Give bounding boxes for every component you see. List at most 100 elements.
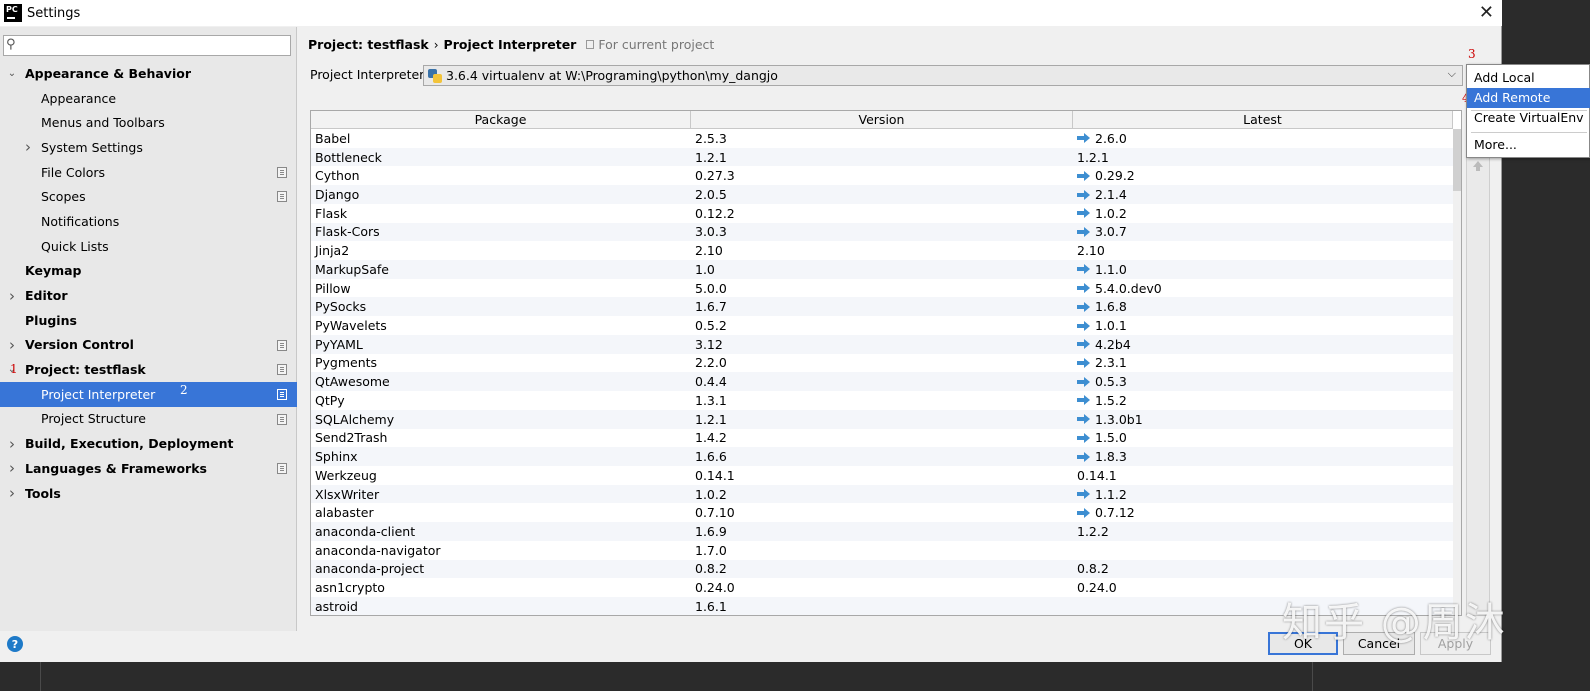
table-row[interactable]: anaconda-client 1.6.9 1.2.2 xyxy=(311,522,1453,541)
breadcrumb-separator: › xyxy=(433,37,439,52)
close-icon[interactable]: ✕ xyxy=(1479,2,1494,23)
chevron-down-icon[interactable]: ⌵ xyxy=(1448,67,1456,81)
menu-item-more[interactable]: More... xyxy=(1467,135,1590,155)
project-config-icon xyxy=(277,413,287,425)
package-latest-cell: 2.10 xyxy=(1073,243,1453,258)
package-version: 0.8.2 xyxy=(695,561,727,577)
table-row[interactable]: Flask-Cors 3.0.3 3.0.7 xyxy=(311,222,1453,242)
column-header-version[interactable]: Version xyxy=(691,111,1073,129)
settings-search[interactable]: ⚲ xyxy=(3,35,291,56)
sidebar-item[interactable]: File Colors xyxy=(0,160,297,185)
table-row[interactable]: anaconda-project 0.8.2 0.8.2 xyxy=(311,559,1453,579)
sidebar-item[interactable]: Notifications xyxy=(0,209,297,234)
table-row[interactable]: PySocks 1.6.7 1.6.8 xyxy=(311,297,1453,317)
sidebar-item[interactable]: Project Structure xyxy=(0,407,297,432)
package-name: astroid xyxy=(315,598,358,614)
table-row[interactable]: Cython 0.27.3 0.29.2 xyxy=(311,166,1453,185)
table-row[interactable]: anaconda-navigator 1.7.0 xyxy=(311,541,1453,560)
package-latest-cell: 2.6.0 xyxy=(1073,131,1453,146)
table-row[interactable]: MarkupSafe 1.0 1.1.0 xyxy=(311,260,1453,279)
sidebar-item[interactable]: › Languages & Frameworks xyxy=(0,456,297,481)
menu-item-add-remote[interactable]: Add Remote xyxy=(1467,88,1590,108)
table-header: Package Version Latest xyxy=(311,111,1453,129)
table-row[interactable]: QtPy 1.3.1 1.5.2 xyxy=(311,391,1453,410)
sidebar-item-label: Tools xyxy=(25,485,61,501)
column-header-latest[interactable]: Latest xyxy=(1073,111,1453,129)
package-version: 1.4.2 xyxy=(695,430,727,446)
sidebar-item[interactable]: 2 Project Interpreter xyxy=(0,381,297,407)
table-row[interactable]: Send2Trash 1.4.2 1.5.0 xyxy=(311,429,1453,448)
table-row[interactable]: XlsxWriter 1.0.2 1.1.2 xyxy=(311,484,1453,504)
table-row[interactable]: Jinja2 2.10 2.10 xyxy=(311,241,1453,260)
sidebar-item[interactable]: Scopes xyxy=(0,184,297,209)
menu-item-create-virtualenv[interactable]: Create VirtualEnv xyxy=(1467,108,1590,128)
table-row[interactable]: alabaster 0.7.10 0.7.12 xyxy=(311,503,1453,522)
package-latest: 0.5.3 xyxy=(1095,374,1127,390)
table-row[interactable]: SQLAlchemy 1.2.1 1.3.0b1 xyxy=(311,409,1453,429)
table-row[interactable]: Pillow 5.0.0 5.4.0.dev0 xyxy=(311,279,1453,298)
upgrade-package-icon[interactable] xyxy=(1473,161,1483,171)
package-latest: 0.14.1 xyxy=(1077,467,1117,483)
chevron-right-icon[interactable]: › xyxy=(6,287,18,305)
project-config-icon xyxy=(277,191,287,203)
package-version: 1.7.0 xyxy=(695,542,727,558)
table-row[interactable]: PyYAML 3.12 4.2b4 xyxy=(311,334,1453,354)
project-config-icon xyxy=(277,388,287,400)
package-latest: 2.1.4 xyxy=(1095,187,1127,203)
table-row[interactable]: Bottleneck 1.2.1 1.2.1 xyxy=(311,147,1453,167)
sidebar-item[interactable]: › Editor xyxy=(0,283,297,308)
sidebar-item-label: Project Interpreter xyxy=(41,386,156,402)
background-strip xyxy=(0,662,1590,691)
table-row[interactable]: Pygments 2.2.0 2.3.1 xyxy=(311,354,1453,373)
chevron-right-icon[interactable]: › xyxy=(22,138,34,156)
chevron-right-icon[interactable]: › xyxy=(6,336,18,354)
table-row[interactable]: Babel 2.5.3 2.6.0 xyxy=(311,129,1453,148)
table-row[interactable]: Sphinx 1.6.6 1.8.3 xyxy=(311,447,1453,466)
sidebar-item[interactable]: ⌄ 1 Project: testflask xyxy=(0,357,297,382)
scrollbar-thumb[interactable] xyxy=(1453,129,1461,191)
table-row[interactable]: QtAwesome 0.4.4 0.5.3 xyxy=(311,372,1453,392)
package-version: 1.6.1 xyxy=(695,598,727,614)
package-latest-cell: 4.2b4 xyxy=(1073,337,1453,352)
chevron-right-icon[interactable]: › xyxy=(6,484,18,502)
help-icon[interactable]: ? xyxy=(7,636,23,652)
sidebar-item[interactable]: › Build, Execution, Deployment xyxy=(0,431,297,456)
project-config-icon xyxy=(277,166,287,178)
column-header-package[interactable]: Package xyxy=(311,111,691,129)
package-version: 0.12.2 xyxy=(695,205,735,221)
interpreter-value: 3.6.4 virtualenv at W:\Programing\python… xyxy=(446,68,778,83)
chevron-right-icon[interactable]: › xyxy=(6,435,18,453)
package-name: QtPy xyxy=(315,392,345,408)
interpreter-select[interactable]: 3.6.4 virtualenv at W:\Programing\python… xyxy=(423,65,1463,86)
package-version: 1.2.1 xyxy=(695,149,727,165)
menu-item-add-local[interactable]: Add Local xyxy=(1467,68,1590,88)
upgrade-arrow-icon xyxy=(1077,301,1091,312)
table-row[interactable]: Django 2.0.5 2.1.4 xyxy=(311,185,1453,204)
package-latest: 1.1.2 xyxy=(1095,486,1127,502)
vertical-scrollbar[interactable] xyxy=(1453,129,1461,615)
sidebar-item[interactable]: Plugins xyxy=(0,308,297,333)
sidebar-item[interactable]: › Tools xyxy=(0,481,297,506)
table-row[interactable]: PyWavelets 0.5.2 1.0.1 xyxy=(311,316,1453,335)
sidebar-item[interactable]: › System Settings xyxy=(0,135,297,160)
sidebar-item[interactable]: Quick Lists xyxy=(0,234,297,259)
sidebar-item[interactable]: Menus and Toolbars xyxy=(0,110,297,135)
sidebar-item[interactable]: › Version Control xyxy=(0,333,297,358)
package-latest: 2.3.1 xyxy=(1095,355,1127,371)
chevron-down-icon[interactable]: ⌄ xyxy=(6,68,18,79)
package-name: Babel xyxy=(315,130,351,146)
table-row[interactable]: Flask 0.12.2 1.0.2 xyxy=(311,204,1453,223)
chevron-right-icon[interactable]: › xyxy=(6,459,18,477)
package-latest-cell: 1.3.0b1 xyxy=(1073,412,1453,427)
package-latest: 0.8.2 xyxy=(1077,561,1109,577)
search-input[interactable] xyxy=(22,37,286,54)
sidebar-item[interactable]: Keymap xyxy=(0,259,297,284)
upgrade-arrow-icon xyxy=(1077,489,1091,500)
table-row[interactable]: Werkzeug 0.14.1 0.14.1 xyxy=(311,466,1453,485)
project-config-icon xyxy=(277,463,287,474)
package-version: 0.4.4 xyxy=(695,374,727,390)
sidebar-item[interactable]: ⌄ Appearance & Behavior xyxy=(0,61,297,86)
sidebar-item-label: Project Structure xyxy=(41,411,146,427)
package-latest-cell: 3.0.7 xyxy=(1073,224,1453,239)
sidebar-item[interactable]: Appearance xyxy=(0,86,297,111)
